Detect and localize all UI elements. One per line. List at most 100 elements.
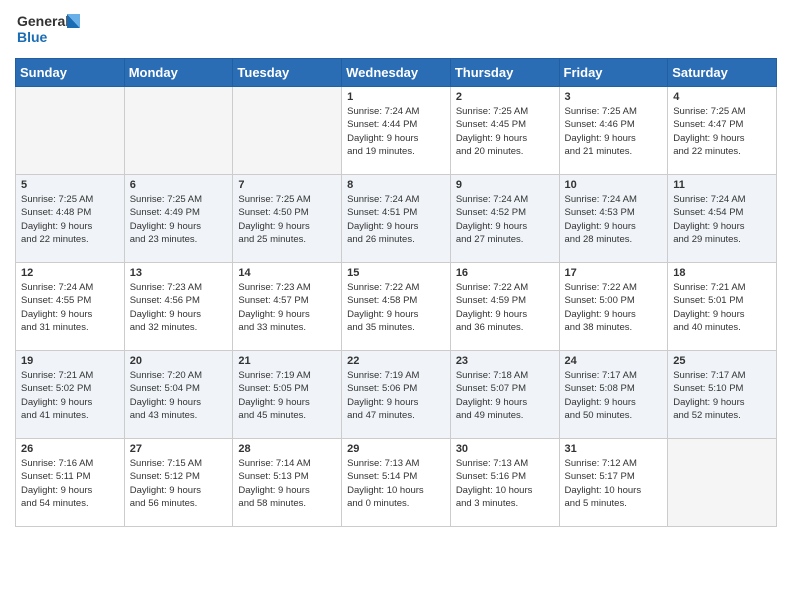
calendar-cell: 23Sunrise: 7:18 AM Sunset: 5:07 PM Dayli… [450, 351, 559, 439]
day-number: 24 [565, 355, 663, 367]
day-number: 1 [347, 91, 445, 103]
day-info: Sunrise: 7:16 AM Sunset: 5:11 PM Dayligh… [21, 457, 119, 510]
day-number: 20 [130, 355, 228, 367]
day-number: 9 [456, 179, 554, 191]
day-info: Sunrise: 7:14 AM Sunset: 5:13 PM Dayligh… [238, 457, 336, 510]
calendar-cell: 21 Sunrise: 7:19 AM Sunset: 5:05 PM Dayli… [233, 351, 342, 439]
svg-text:Blue: Blue [17, 29, 48, 45]
day-number: 14 [238, 267, 336, 279]
day-number: 8 [347, 179, 445, 191]
day-number: 23 [456, 355, 554, 367]
weekday-header-sunday: Sunday [16, 59, 125, 87]
day-number: 21 [238, 355, 336, 367]
day-info: Sunrise: 7:17 AM Sunset: 5:10 PM Dayligh… [673, 369, 771, 422]
weekday-header-monday: Monday [124, 59, 233, 87]
calendar-cell: 8Sunrise: 7:24 AM Sunset: 4:51 PM Daylig… [342, 175, 451, 263]
calendar-cell: 5 Sunrise: 7:25 AM Sunset: 4:48 PM Daylig… [16, 175, 125, 263]
calendar-cell [16, 87, 125, 175]
calendar-cell: 25 Sunrise: 7:17 AM Sunset: 5:10 PM Dayli… [668, 351, 777, 439]
calendar-cell: 17 Sunrise: 7:22 AM Sunset: 5:00 PM Dayli… [559, 263, 668, 351]
calendar-cell: 10 Sunrise: 7:24 AM Sunset: 4:53 PM Dayli… [559, 175, 668, 263]
day-number: 10 [565, 179, 663, 191]
day-number: 22 [347, 355, 445, 367]
week-row-1: 1 Sunrise: 7:24 AM Sunset: 4:44 PM Daylig… [16, 87, 777, 175]
weekday-header-saturday: Saturday [668, 59, 777, 87]
day-info: Sunrise: 7:22 AM Sunset: 5:00 PM Dayligh… [565, 281, 663, 334]
weekday-header-thursday: Thursday [450, 59, 559, 87]
day-info: Sunrise: 7:13 AM Sunset: 5:14 PM Dayligh… [347, 457, 445, 510]
day-info: Sunrise: 7:20 AM Sunset: 5:04 PM Dayligh… [130, 369, 228, 422]
calendar-cell: 22 Sunrise: 7:19 AM Sunset: 5:06 PM Dayli… [342, 351, 451, 439]
calendar-cell: 14 Sunrise: 7:23 AM Sunset: 4:57 PM Dayli… [233, 263, 342, 351]
day-number: 5 [21, 179, 119, 191]
day-number: 11 [673, 179, 771, 191]
week-row-3: 12 Sunrise: 7:24 AM Sunset: 4:55 PM Dayli… [16, 263, 777, 351]
calendar-cell: 1 Sunrise: 7:24 AM Sunset: 4:44 PM Daylig… [342, 87, 451, 175]
day-number: 16 [456, 267, 554, 279]
calendar-table: SundayMondayTuesdayWednesdayThursdayFrid… [15, 58, 777, 527]
day-info: Sunrise: 7:15 AM Sunset: 5:12 PM Dayligh… [130, 457, 228, 510]
calendar-cell: 12 Sunrise: 7:24 AM Sunset: 4:55 PM Dayli… [16, 263, 125, 351]
day-number: 4 [673, 91, 771, 103]
calendar-cell: 29Sunrise: 7:13 AM Sunset: 5:14 PM Dayli… [342, 439, 451, 527]
day-number: 6 [130, 179, 228, 191]
day-info: Sunrise: 7:12 AM Sunset: 5:17 PM Dayligh… [565, 457, 663, 510]
svg-text:General: General [17, 13, 69, 29]
day-info: Sunrise: 7:19 AM Sunset: 5:05 PM Dayligh… [238, 369, 336, 422]
calendar-cell: 18 Sunrise: 7:21 AM Sunset: 5:01 PM Dayli… [668, 263, 777, 351]
day-info: Sunrise: 7:22 AM Sunset: 4:59 PM Dayligh… [456, 281, 554, 334]
header: GeneralBlue [15, 10, 777, 50]
calendar-cell: 31Sunrise: 7:12 AM Sunset: 5:17 PM Dayli… [559, 439, 668, 527]
calendar-cell: 28 Sunrise: 7:14 AM Sunset: 5:13 PM Dayli… [233, 439, 342, 527]
day-info: Sunrise: 7:21 AM Sunset: 5:02 PM Dayligh… [21, 369, 119, 422]
calendar-cell: 6Sunrise: 7:25 AM Sunset: 4:49 PM Daylig… [124, 175, 233, 263]
week-row-4: 19Sunrise: 7:21 AM Sunset: 5:02 PM Dayli… [16, 351, 777, 439]
day-info: Sunrise: 7:25 AM Sunset: 4:50 PM Dayligh… [238, 193, 336, 246]
day-number: 26 [21, 443, 119, 455]
day-info: Sunrise: 7:25 AM Sunset: 4:48 PM Dayligh… [21, 193, 119, 246]
day-info: Sunrise: 7:17 AM Sunset: 5:08 PM Dayligh… [565, 369, 663, 422]
day-info: Sunrise: 7:19 AM Sunset: 5:06 PM Dayligh… [347, 369, 445, 422]
weekday-header-friday: Friday [559, 59, 668, 87]
day-info: Sunrise: 7:13 AM Sunset: 5:16 PM Dayligh… [456, 457, 554, 510]
calendar-cell [124, 87, 233, 175]
day-number: 28 [238, 443, 336, 455]
day-number: 7 [238, 179, 336, 191]
day-number: 17 [565, 267, 663, 279]
day-info: Sunrise: 7:23 AM Sunset: 4:56 PM Dayligh… [130, 281, 228, 334]
day-info: Sunrise: 7:24 AM Sunset: 4:44 PM Dayligh… [347, 105, 445, 158]
calendar-cell: 26 Sunrise: 7:16 AM Sunset: 5:11 PM Dayli… [16, 439, 125, 527]
day-number: 30 [456, 443, 554, 455]
calendar-cell: 2Sunrise: 7:25 AM Sunset: 4:45 PM Daylig… [450, 87, 559, 175]
weekday-header-wednesday: Wednesday [342, 59, 451, 87]
calendar-cell: 30 Sunrise: 7:13 AM Sunset: 5:16 PM Dayli… [450, 439, 559, 527]
week-row-5: 26 Sunrise: 7:16 AM Sunset: 5:11 PM Dayli… [16, 439, 777, 527]
weekday-header-tuesday: Tuesday [233, 59, 342, 87]
logo-icon: GeneralBlue [15, 10, 85, 50]
weekday-header-row: SundayMondayTuesdayWednesdayThursdayFrid… [16, 59, 777, 87]
day-number: 25 [673, 355, 771, 367]
calendar-cell: 16 Sunrise: 7:22 AM Sunset: 4:59 PM Dayli… [450, 263, 559, 351]
week-row-2: 5 Sunrise: 7:25 AM Sunset: 4:48 PM Daylig… [16, 175, 777, 263]
day-number: 18 [673, 267, 771, 279]
calendar-cell: 3 Sunrise: 7:25 AM Sunset: 4:46 PM Daylig… [559, 87, 668, 175]
day-info: Sunrise: 7:25 AM Sunset: 4:45 PM Dayligh… [456, 105, 554, 158]
calendar-cell: 15 Sunrise: 7:22 AM Sunset: 4:58 PM Dayli… [342, 263, 451, 351]
day-info: Sunrise: 7:25 AM Sunset: 4:46 PM Dayligh… [565, 105, 663, 158]
day-number: 3 [565, 91, 663, 103]
day-number: 15 [347, 267, 445, 279]
day-info: Sunrise: 7:24 AM Sunset: 4:52 PM Dayligh… [456, 193, 554, 246]
day-info: Sunrise: 7:21 AM Sunset: 5:01 PM Dayligh… [673, 281, 771, 334]
day-info: Sunrise: 7:24 AM Sunset: 4:53 PM Dayligh… [565, 193, 663, 246]
day-info: Sunrise: 7:22 AM Sunset: 4:58 PM Dayligh… [347, 281, 445, 334]
day-info: Sunrise: 7:25 AM Sunset: 4:47 PM Dayligh… [673, 105, 771, 158]
day-info: Sunrise: 7:24 AM Sunset: 4:55 PM Dayligh… [21, 281, 119, 334]
day-info: Sunrise: 7:23 AM Sunset: 4:57 PM Dayligh… [238, 281, 336, 334]
calendar-cell: 13 Sunrise: 7:23 AM Sunset: 4:56 PM Dayli… [124, 263, 233, 351]
calendar-cell: 20 Sunrise: 7:20 AM Sunset: 5:04 PM Dayli… [124, 351, 233, 439]
day-number: 12 [21, 267, 119, 279]
page: GeneralBlue SundayMondayTuesdayWednesday… [0, 0, 792, 542]
day-info: Sunrise: 7:24 AM Sunset: 4:54 PM Dayligh… [673, 193, 771, 246]
day-number: 13 [130, 267, 228, 279]
calendar-cell: 7 Sunrise: 7:25 AM Sunset: 4:50 PM Daylig… [233, 175, 342, 263]
